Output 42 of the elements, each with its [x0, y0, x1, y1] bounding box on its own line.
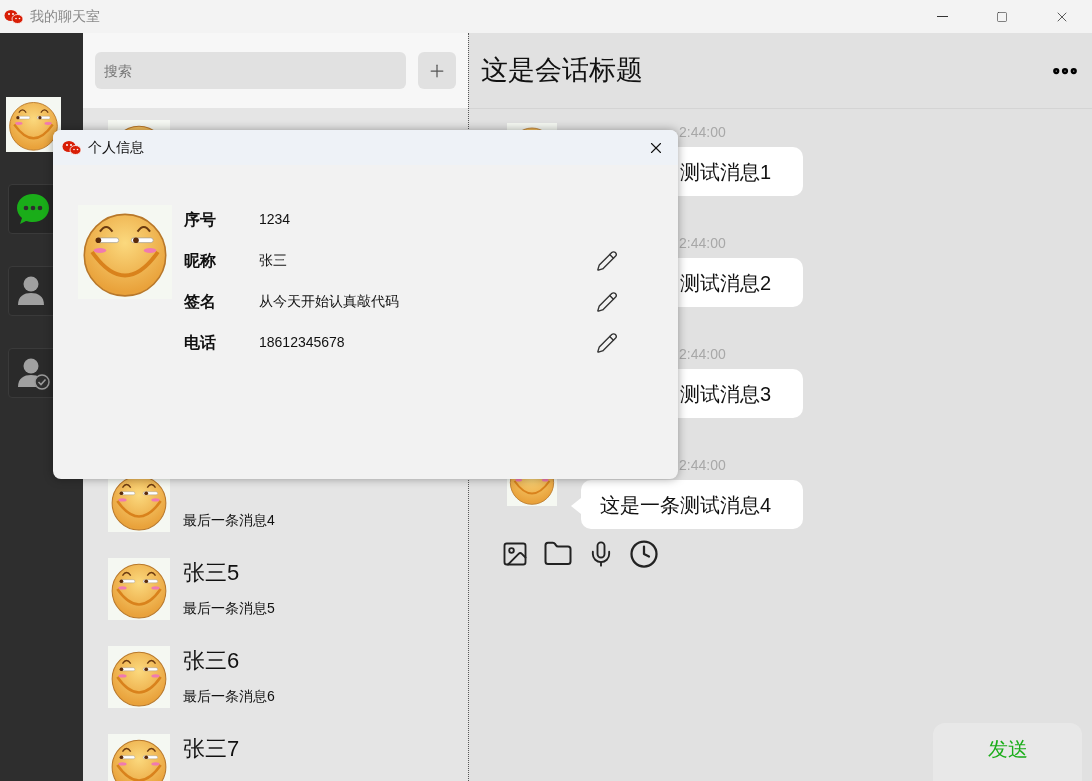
- session-item[interactable]: 张三7: [83, 724, 468, 781]
- edit-icon[interactable]: [596, 331, 618, 354]
- contact-name: 张三5: [183, 559, 241, 587]
- contact-name: 张三6: [183, 647, 241, 675]
- smiley-avatar: [108, 734, 170, 781]
- dialog-title: 个人信息: [88, 138, 144, 157]
- message-time: 2:44:00: [679, 234, 727, 252]
- edit-icon[interactable]: [596, 290, 618, 313]
- chat-title: 这是会话标题: [481, 54, 643, 88]
- field-label: 序号: [184, 209, 217, 230]
- field-label: 签名: [184, 291, 217, 312]
- last-message: 最后一条消息5: [183, 599, 275, 618]
- maximize-icon: [996, 10, 1008, 23]
- field-label: 昵称: [184, 250, 217, 271]
- last-message: 最后一条消息6: [183, 687, 275, 706]
- field-label: 电话: [184, 332, 217, 353]
- last-message: 最后一条消息4: [183, 511, 275, 530]
- smiley-avatar: [108, 646, 170, 708]
- message-time: 2:44:00: [679, 123, 727, 141]
- clock-icon[interactable]: [629, 539, 659, 569]
- minimize-icon: [936, 16, 948, 17]
- smiley-avatar: [108, 558, 170, 620]
- field-value: 18612345678: [259, 333, 345, 352]
- bubble-tail-icon: [571, 498, 581, 514]
- add-button[interactable]: [418, 52, 456, 89]
- edit-icon[interactable]: [596, 249, 618, 272]
- message-bubble: 这是一条测试消息4: [581, 480, 803, 529]
- field-value: 从今天开始认真敲代码: [259, 292, 399, 311]
- contact-name: 张三7: [183, 735, 240, 763]
- chat-logo-icon: [62, 139, 82, 156]
- session-item[interactable]: 张三6 最后一条消息6: [83, 636, 468, 724]
- chat-bubble-icon[interactable]: [15, 192, 51, 226]
- field-value: 张三: [259, 251, 287, 270]
- message-time: 2:44:00: [679, 456, 727, 474]
- chat-logo-icon: [4, 8, 24, 25]
- window-title: 我的聊天室: [30, 7, 100, 26]
- search-field[interactable]: 搜索: [95, 52, 407, 89]
- session-item[interactable]: 张三5 最后一条消息5: [83, 548, 468, 636]
- message-time: 2:44:00: [679, 345, 727, 363]
- image-icon[interactable]: [501, 540, 529, 568]
- verified-user-icon[interactable]: [16, 356, 50, 390]
- field-value: 1234: [259, 210, 291, 229]
